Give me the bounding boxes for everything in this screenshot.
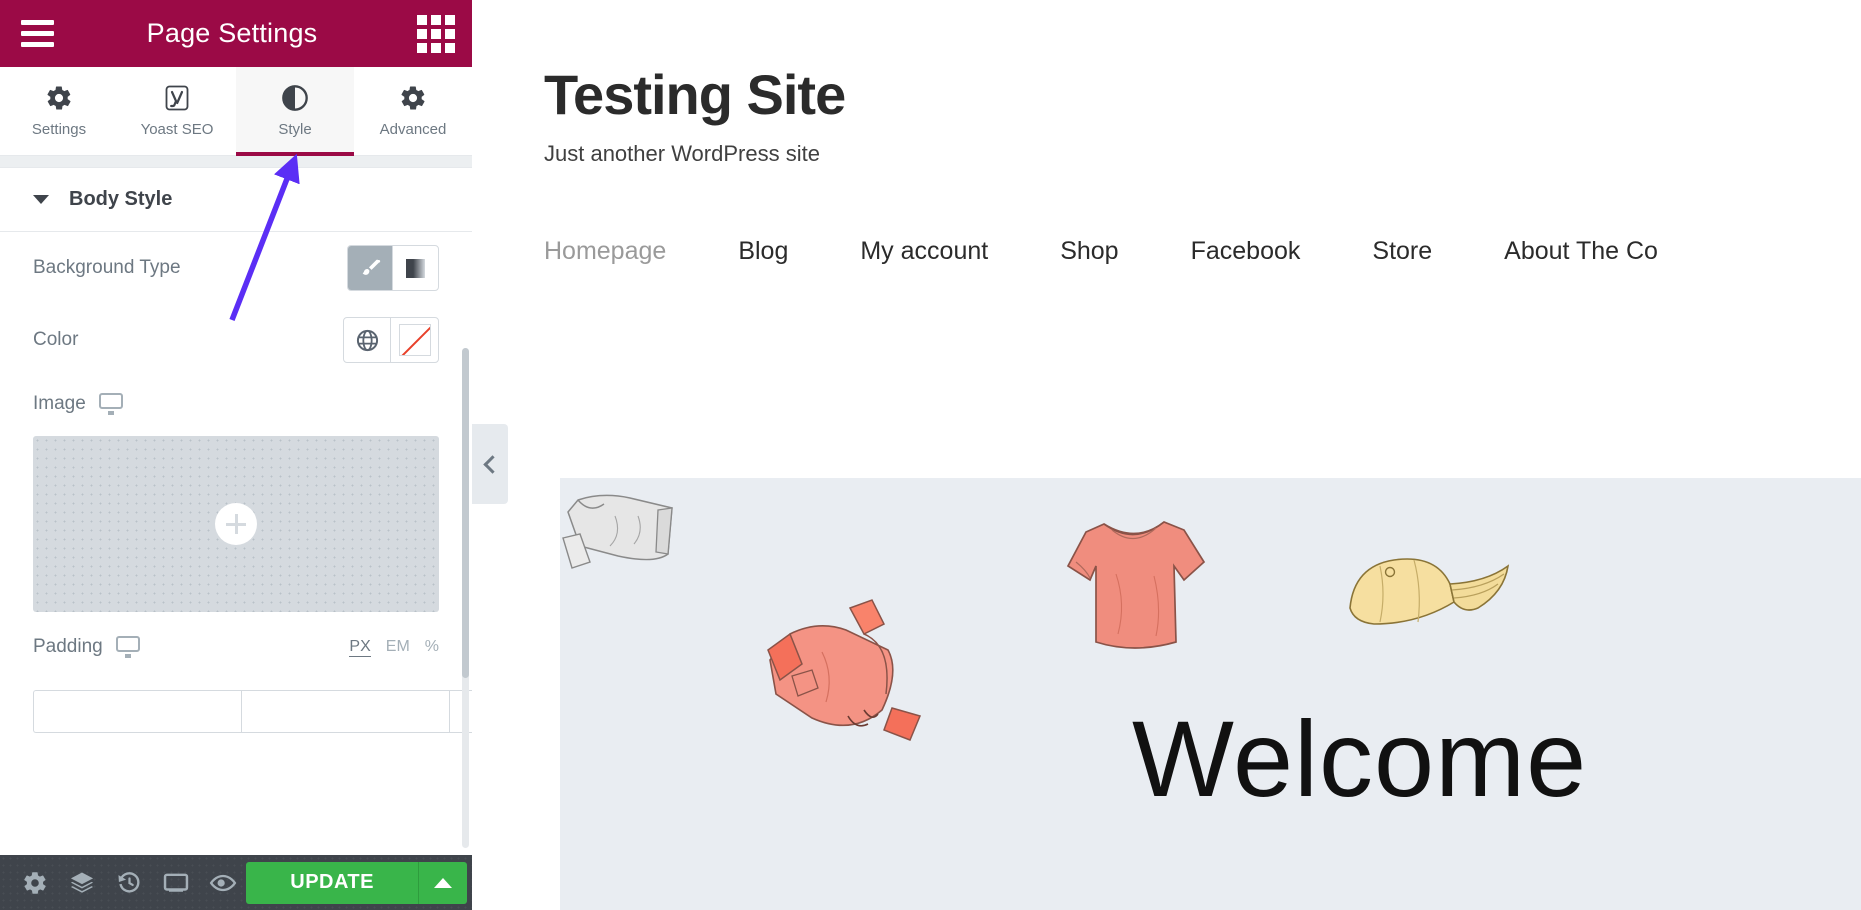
tab-style[interactable]: Style [236, 67, 354, 155]
gradient-swatch-icon [406, 259, 425, 278]
tab-settings[interactable]: Settings [0, 67, 118, 155]
nav-item-homepage[interactable]: Homepage [544, 237, 666, 266]
eye-preview-icon[interactable] [199, 855, 246, 910]
background-gradient-button[interactable] [393, 246, 438, 290]
page-title: Page Settings [48, 18, 416, 49]
plus-icon[interactable] [215, 503, 257, 545]
unit-em[interactable]: EM [386, 638, 410, 656]
background-type-choices [347, 245, 439, 291]
background-type-label: Background Type [33, 257, 181, 279]
panel-header: Page Settings [0, 0, 472, 67]
control-background-color: Color [0, 304, 472, 376]
image-label: Image [33, 393, 86, 415]
salmon-tshirt [1056, 504, 1216, 664]
tab-advanced-label: Advanced [380, 121, 447, 138]
gear-icon [45, 84, 73, 112]
panel-body: Body Style Background Type [0, 168, 472, 855]
gray-folded-shirt [560, 490, 690, 600]
widgets-grid-icon[interactable] [416, 14, 456, 54]
gear-icon [399, 84, 427, 112]
nav-item-about-the-company[interactable]: About The Co [1504, 237, 1658, 266]
collapse-panel-handle[interactable] [472, 424, 508, 504]
tab-yoast-seo[interactable]: Yoast SEO [118, 67, 236, 155]
paint-brush-icon [359, 257, 381, 279]
nav-item-shop[interactable]: Shop [1060, 237, 1118, 266]
panel-tabs: Settings Yoast SEO [0, 67, 472, 156]
salmon-folded-shirt [760, 598, 930, 758]
padding-top-input[interactable] [33, 690, 241, 733]
responsive-mode-icon[interactable] [153, 855, 200, 910]
chevron-left-icon [483, 455, 501, 473]
section-title: Body Style [69, 188, 172, 211]
desktop-monitor-icon[interactable] [116, 636, 140, 658]
tab-advanced[interactable]: Advanced [354, 67, 472, 155]
tab-settings-label: Settings [32, 121, 86, 138]
background-classic-button[interactable] [348, 246, 393, 290]
color-label: Color [33, 329, 78, 351]
image-upload-area[interactable] [33, 436, 439, 612]
section-body-style[interactable]: Body Style [0, 168, 472, 232]
padding-right-input[interactable] [241, 690, 449, 733]
unit-percent[interactable]: % [425, 638, 439, 656]
site-title: Testing Site [544, 62, 1861, 127]
nav-item-my-account[interactable]: My account [860, 237, 988, 266]
update-button-group: UPDATE [246, 862, 467, 904]
yoast-logo-icon [163, 84, 191, 112]
unit-px[interactable]: PX [349, 638, 370, 657]
chevron-down-icon [33, 195, 49, 204]
control-background-type: Background Type [0, 232, 472, 304]
site-header: Testing Site Just another WordPress site [472, 0, 1861, 167]
caret-up-icon[interactable] [419, 862, 467, 904]
panel-scrollbar[interactable] [462, 348, 469, 848]
scrollbar-thumb[interactable] [462, 348, 469, 678]
image-label-group: Image [33, 393, 123, 415]
panel-divider [0, 156, 472, 168]
nav-item-facebook[interactable]: Facebook [1191, 237, 1301, 266]
gear-settings-icon[interactable] [12, 855, 59, 910]
padding-label: Padding [33, 636, 103, 658]
hero-section: Welcome [560, 478, 1861, 910]
nav-item-store[interactable]: Store [1372, 237, 1432, 266]
update-button[interactable]: UPDATE [246, 862, 419, 904]
hero-heading: Welcome [1132, 696, 1587, 821]
control-background-image: Image [0, 376, 472, 432]
color-control [343, 317, 439, 363]
nav-item-blog[interactable]: Blog [738, 237, 788, 266]
site-preview: Testing Site Just another WordPress site… [472, 0, 1861, 910]
layers-navigator-icon[interactable] [59, 855, 106, 910]
desktop-monitor-icon[interactable] [99, 393, 123, 415]
empty-color-swatch [399, 324, 431, 356]
site-tagline: Just another WordPress site [544, 141, 1861, 167]
tab-yoast-seo-label: Yoast SEO [141, 121, 214, 138]
site-navigation: Homepage Blog My account Shop Facebook S… [472, 237, 1861, 266]
yellow-cap [1336, 546, 1516, 676]
elementor-settings-panel: Page Settings Settings [0, 0, 472, 910]
padding-inputs [0, 690, 472, 733]
padding-label-group: Padding [33, 636, 140, 658]
globe-icon[interactable] [344, 318, 391, 362]
elementor-editor: Page Settings Settings [0, 0, 1861, 910]
contrast-circle-icon [281, 84, 309, 112]
history-revisions-icon[interactable] [106, 855, 153, 910]
panel-footer-toolbar: UPDATE [0, 855, 472, 910]
tab-style-label: Style [278, 121, 311, 138]
color-swatch-button[interactable] [391, 318, 438, 362]
padding-units: PX EM % [349, 638, 439, 657]
control-padding: Padding PX EM % [0, 612, 472, 682]
